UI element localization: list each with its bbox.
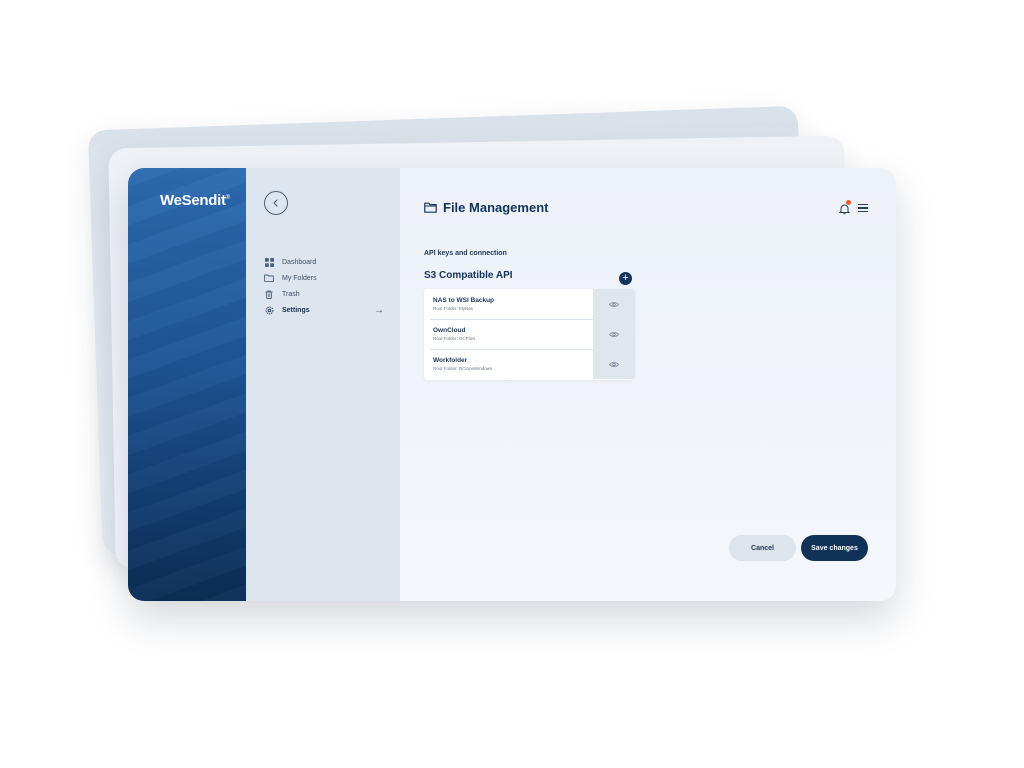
sidebar-nav: Dashboard My Folders Trash Settings → xyxy=(264,254,384,318)
api-key-name: Workfolder xyxy=(433,357,468,364)
api-key-info: NAS to WSI Backup Root Folder: MyNas xyxy=(424,297,592,311)
api-key-info: OwnCloud Root Folder: OCFiles xyxy=(424,327,592,341)
list-item[interactable]: Workfolder Root Folder: RCloneWindows xyxy=(424,349,635,379)
logo-registered-mark: ® xyxy=(225,195,230,201)
logo-text: WeSendit xyxy=(160,192,226,209)
api-section-title: S3 Compatible API xyxy=(424,270,513,281)
page-title: File Management xyxy=(443,200,549,215)
api-key-root-folder: Root Folder: OCFiles xyxy=(433,336,476,341)
hamburger-icon-line xyxy=(858,211,868,213)
plus-icon: + xyxy=(622,272,629,284)
gear-icon xyxy=(264,305,274,315)
save-changes-button[interactable]: Save changes xyxy=(801,535,868,561)
main-content: File Management API keys and connection … xyxy=(400,168,896,601)
grid-icon xyxy=(264,257,274,267)
view-key-button[interactable] xyxy=(593,319,635,349)
logo: WeSendit® xyxy=(160,192,230,209)
notifications-button[interactable] xyxy=(838,200,851,215)
api-key-info: Workfolder Root Folder: RCloneWindows xyxy=(424,357,592,371)
api-key-name: NAS to WSI Backup xyxy=(433,297,495,304)
page-header: File Management xyxy=(424,200,548,215)
back-button[interactable] xyxy=(264,191,288,215)
hamburger-icon-line xyxy=(858,203,868,205)
api-key-list: NAS to WSI Backup Root Folder: MyNas Own… xyxy=(424,289,635,380)
api-key-name: OwnCloud xyxy=(433,327,466,334)
arrow-right-icon: → xyxy=(374,304,384,316)
sidebar-item-label: Settings xyxy=(282,306,310,314)
cancel-button[interactable]: Cancel xyxy=(729,535,796,561)
notification-dot xyxy=(846,200,851,205)
trash-icon xyxy=(264,289,274,299)
eye-icon xyxy=(609,361,619,367)
folder-icon xyxy=(264,273,274,283)
view-key-button[interactable] xyxy=(593,349,635,379)
api-key-root-folder: Root Folder: RCloneWindows xyxy=(433,366,493,371)
app-window: WeSendit® Dashboard My Folders Trash Set… xyxy=(128,168,896,601)
list-item[interactable]: OwnCloud Root Folder: OCFiles xyxy=(424,319,635,349)
top-actions xyxy=(838,200,868,215)
sidebar-item-label: My Folders xyxy=(282,274,317,282)
sidebar-item-trash[interactable]: Trash xyxy=(264,286,384,302)
sidebar-item-label: Trash xyxy=(282,290,300,298)
folder-icon xyxy=(424,202,437,213)
sidebar: Dashboard My Folders Trash Settings → xyxy=(246,168,400,601)
sidebar-item-my-folders[interactable]: My Folders xyxy=(264,270,384,286)
brand-panel: WeSendit® xyxy=(128,168,246,601)
api-key-root-folder: Root Folder: MyNas xyxy=(433,306,474,311)
eye-icon xyxy=(609,331,619,337)
sidebar-item-dashboard[interactable]: Dashboard xyxy=(264,254,384,270)
chevron-left-icon xyxy=(273,199,278,207)
eye-icon xyxy=(609,301,619,307)
menu-button[interactable] xyxy=(858,203,868,213)
sidebar-item-label: Dashboard xyxy=(282,258,317,266)
hamburger-icon-line xyxy=(858,207,868,209)
add-api-key-button[interactable]: + xyxy=(619,272,632,285)
section-label: API keys and connection xyxy=(424,250,507,257)
view-key-button[interactable] xyxy=(593,289,635,319)
list-item[interactable]: NAS to WSI Backup Root Folder: MyNas xyxy=(424,289,635,319)
sidebar-item-settings[interactable]: Settings → xyxy=(264,302,384,318)
